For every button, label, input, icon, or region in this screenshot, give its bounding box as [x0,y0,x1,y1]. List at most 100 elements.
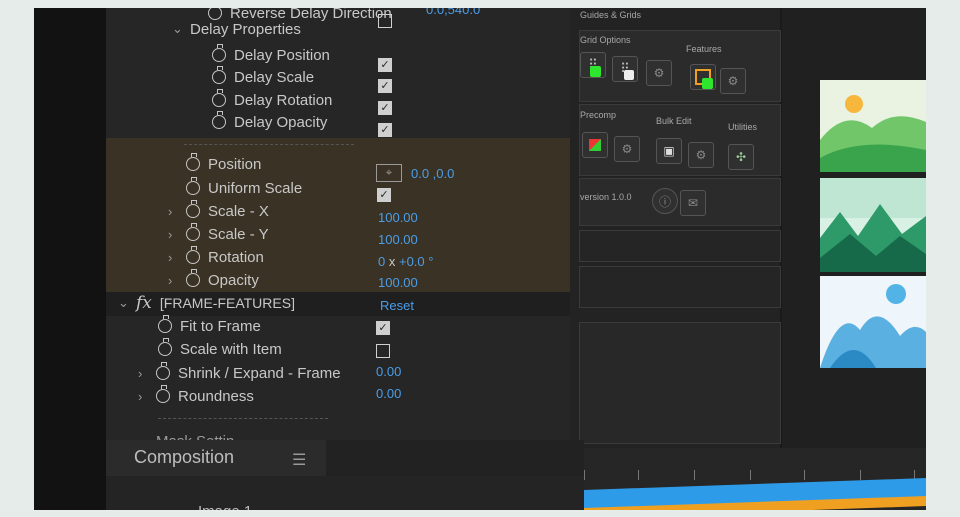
divider [184,144,354,145]
reverse-delay-checkbox[interactable] [378,14,392,28]
stopwatch-icon[interactable] [212,44,226,62]
chevron-down-icon[interactable]: ⌄ [172,21,190,37]
precomp-icon [589,139,601,151]
scale-with-item-label: Scale with Item [180,340,282,358]
features-active-badge-icon [702,78,713,89]
bulk-edit-button[interactable]: ▣ [656,138,682,164]
composition-tab-label[interactable]: Composition [134,446,234,468]
empty-section [579,266,781,308]
stopwatch-icon[interactable] [186,200,200,218]
delay-rotation-row[interactable]: Delay Rotation [212,89,332,111]
fit-to-frame-label: Fit to Frame [180,317,261,335]
reverse-delay-value[interactable]: 0.0,540.0 [426,8,480,17]
reset-button[interactable]: Reset [380,298,414,313]
rotation-degrees[interactable]: +0.0 ° [399,254,433,269]
position-label: Position [208,155,262,173]
gear-icon: ⚙ [653,66,665,80]
stopwatch-icon[interactable] [212,111,226,129]
features-label: Features [686,44,722,54]
version-label: version 1.0.0 [580,192,632,202]
fit-to-frame-checkbox[interactable]: ✓ [376,321,390,335]
stopwatch-icon[interactable] [212,66,226,84]
stopwatch-icon[interactable] [156,385,170,403]
precomp-settings-button[interactable]: ⚙ [614,136,640,162]
chevron-right-icon[interactable]: › [168,227,186,242]
scale-x-row[interactable]: › Scale - X [168,200,269,222]
uniform-scale-row[interactable]: Uniform Scale [186,177,302,199]
features-settings-button[interactable]: ⚙ [720,68,746,94]
gear-icon: ⚙ [727,74,739,88]
effect-name: [FRAME-FEATURES] [159,295,295,311]
preview-thumbnail-3[interactable] [820,276,926,368]
delay-opacity-checkbox[interactable]: ✓ [378,123,392,137]
position-value[interactable]: 0.0 ,0.0 [411,166,454,181]
scale-y-row[interactable]: › Scale - Y [168,223,269,245]
mail-button[interactable]: ✉ [680,190,706,216]
scale-with-item-row[interactable]: Scale with Item [158,338,282,360]
uniform-scale-checkbox[interactable]: ✓ [377,188,391,202]
timeline-tick [750,470,751,480]
grid-active-badge-icon [590,66,601,77]
roundness-row[interactable]: › Roundness [138,385,254,407]
rotation-row[interactable]: › Rotation [168,246,264,268]
bulk-edit-settings-button[interactable]: ⚙ [688,142,714,168]
stopwatch-icon[interactable] [156,362,170,380]
stopwatch-icon[interactable] [186,177,200,195]
preview-thumbnail-2[interactable] [820,178,926,272]
stopwatch-icon[interactable] [186,153,200,171]
rotation-value[interactable]: 0 x +0.0 ° [378,254,433,269]
stopwatch-icon[interactable] [186,246,200,264]
delay-scale-row[interactable]: Delay Scale [212,66,314,88]
info-button[interactable]: ⓘ [652,188,678,214]
fit-to-frame-row[interactable]: Fit to Frame [158,315,261,337]
divider [158,418,328,419]
rotation-label: Rotation [208,248,264,266]
left-gutter [34,8,106,510]
position-row[interactable]: Position [186,153,261,175]
grid-settings-button[interactable]: ⚙ [646,60,672,86]
stopwatch-icon[interactable] [158,338,172,356]
menu-icon[interactable]: ☰ [292,450,306,470]
rotation-turns[interactable]: 0 [378,254,385,269]
stopwatch-icon[interactable] [186,269,200,287]
delay-position-checkbox[interactable]: ✓ [378,58,392,72]
delay-properties-row[interactable]: ⌄ Delay Properties [172,18,301,40]
layer-name[interactable]: Image 1 [198,500,252,511]
effect-header-row[interactable]: ⌄ fx [FRAME-FEATURES] [118,292,295,314]
app-viewport: Reverse Delay Direction 0.0,540.0 ⌄ Dela… [34,8,926,510]
delay-scale-label: Delay Scale [234,68,315,86]
stopwatch-icon[interactable] [158,315,172,333]
chevron-right-icon[interactable]: › [168,204,186,219]
shrink-expand-row[interactable]: › Shrink / Expand - Frame [138,362,341,384]
chevron-right-icon[interactable]: › [168,250,186,265]
opacity-row[interactable]: › Opacity [168,269,259,291]
roundness-value[interactable]: 0.00 [376,386,401,401]
chevron-right-icon[interactable]: › [138,389,156,404]
scale-y-value[interactable]: 100.00 [378,232,418,247]
gear-icon: ⚙ [695,148,707,162]
scale-x-label: Scale - X [208,202,269,220]
chevron-down-icon[interactable]: ⌄ [118,295,136,311]
stopwatch-icon[interactable] [186,223,200,241]
delay-rotation-checkbox[interactable]: ✓ [378,101,392,115]
shrink-expand-value[interactable]: 0.00 [376,364,401,379]
scale-x-value[interactable]: 100.00 [378,210,418,225]
delay-scale-checkbox[interactable]: ✓ [378,79,392,93]
empty-section [579,322,781,444]
scale-with-item-checkbox[interactable] [376,344,390,358]
preview-thumbnail-1[interactable] [820,80,926,172]
utilities-label: Utilities [728,122,758,132]
chevron-right-icon[interactable]: › [138,366,156,381]
precomp-button[interactable] [582,132,608,158]
timeline-tick [584,470,585,480]
utilities-button[interactable]: ✣ [728,144,754,170]
opacity-value[interactable]: 100.00 [378,275,418,290]
gear-icon: ⚙ [621,142,633,156]
delay-opacity-row[interactable]: Delay Opacity [212,111,327,133]
chevron-right-icon[interactable]: › [168,273,186,288]
position-target-icon[interactable]: ⌖ [376,164,402,182]
delay-position-row[interactable]: Delay Position [212,44,330,66]
stopwatch-icon[interactable] [212,89,226,107]
mountains-image-icon [820,178,926,272]
roundness-label: Roundness [178,387,254,405]
